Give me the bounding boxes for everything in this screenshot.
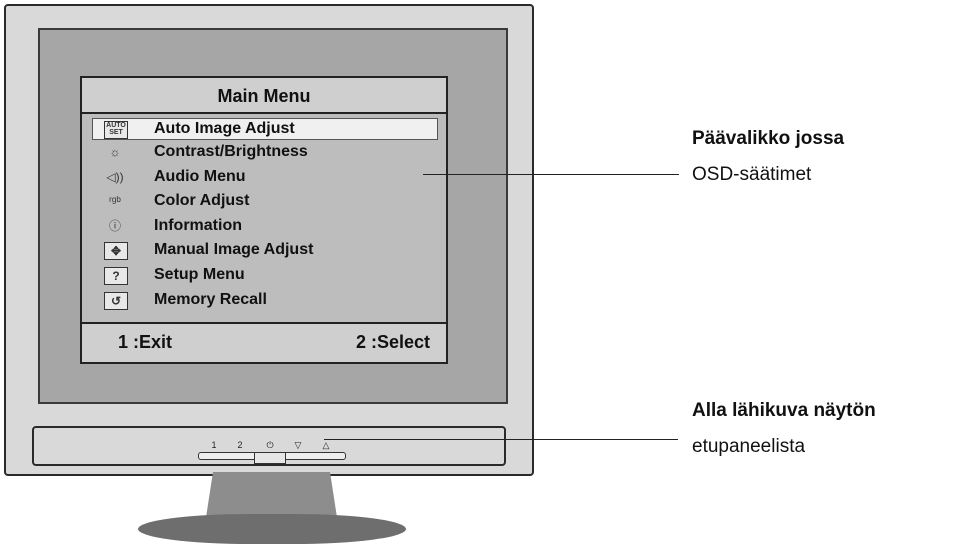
menu-item-audio-menu[interactable]: ◁)) Audio Menu	[82, 165, 446, 190]
main-menu-callout-subtitle: OSD-säätimet	[692, 164, 812, 185]
move-icon: ✥	[104, 242, 128, 261]
question-icon: ?	[104, 266, 128, 285]
select-hint: 2 :Select	[355, 332, 430, 352]
auto-set-icon: AUTO SET	[104, 121, 128, 139]
recall-icon: ↺	[104, 291, 128, 310]
up-icon[interactable]: △	[318, 440, 334, 451]
sun-icon: ☼	[109, 145, 121, 159]
menu-item-memory-recall[interactable]: ↺ Memory Recall	[82, 288, 446, 313]
menu-item-label: Color Adjust	[154, 192, 250, 210]
button-2-icon[interactable]: 2	[232, 440, 248, 450]
menu-item-color-adjust[interactable]: ʳᵍᵇ Color Adjust	[82, 189, 446, 214]
front-panel-callout-line	[324, 439, 678, 440]
speaker-icon: ◁))	[106, 169, 124, 184]
monitor-base	[138, 514, 406, 544]
front-panel-callout-title: Alla lähikuva näytön	[692, 400, 876, 421]
menu-item-label: Audio Menu	[154, 167, 246, 185]
osd-main-menu: Main Menu AUTO SET Auto Image Adjust ☼ Co…	[80, 76, 448, 364]
menu-item-label: Contrast/Brightness	[154, 143, 308, 160]
color-icon: ʳᵍᵇ	[109, 194, 121, 209]
osd-title: Main Menu	[82, 78, 446, 114]
monitor-screen: Main Menu AUTO SET Auto Image Adjust ☼ Co…	[38, 28, 508, 404]
front-panel-callout-subtitle: etupaneelista	[692, 436, 806, 457]
power-icon[interactable]: ⏻	[262, 440, 278, 451]
power-button[interactable]	[254, 452, 286, 464]
info-icon: ⓘ	[108, 218, 121, 233]
menu-item-auto-image-adjust[interactable]: AUTO SET Auto Image Adjust	[92, 118, 438, 140]
osd-footer: 1 :Exit 2 :Select	[82, 322, 446, 362]
exit-hint: 1 :Exit	[118, 332, 173, 352]
down-icon[interactable]: ▽	[290, 440, 306, 451]
menu-item-contrast-brightness[interactable]: ☼ Contrast/Brightness	[82, 140, 446, 165]
menu-item-label: Information	[154, 216, 242, 234]
monitor-frame: Main Menu AUTO SET Auto Image Adjust ☼ Co…	[4, 4, 534, 476]
main-menu-callout-title: Päävalikko jossa	[692, 128, 845, 149]
menu-item-setup-menu[interactable]: ? Setup Menu	[82, 263, 446, 288]
menu-item-information[interactable]: ⓘ Information	[82, 214, 446, 239]
osd-menu-list: AUTO SET Auto Image Adjust ☼ Contrast/Bri…	[82, 116, 446, 312]
menu-item-manual-image-adjust[interactable]: ✥ Manual Image Adjust	[82, 238, 446, 263]
button-1-icon[interactable]: 1	[206, 440, 222, 450]
menu-item-label: Memory Recall	[154, 290, 267, 308]
main-menu-callout-line	[423, 174, 679, 175]
front-control-panel: 1 2 ⏻ ▽ △	[32, 426, 506, 466]
menu-item-label: Auto Image Adjust	[154, 120, 295, 137]
menu-item-label: Manual Image Adjust	[154, 241, 314, 259]
menu-item-label: Setup Menu	[154, 265, 245, 283]
